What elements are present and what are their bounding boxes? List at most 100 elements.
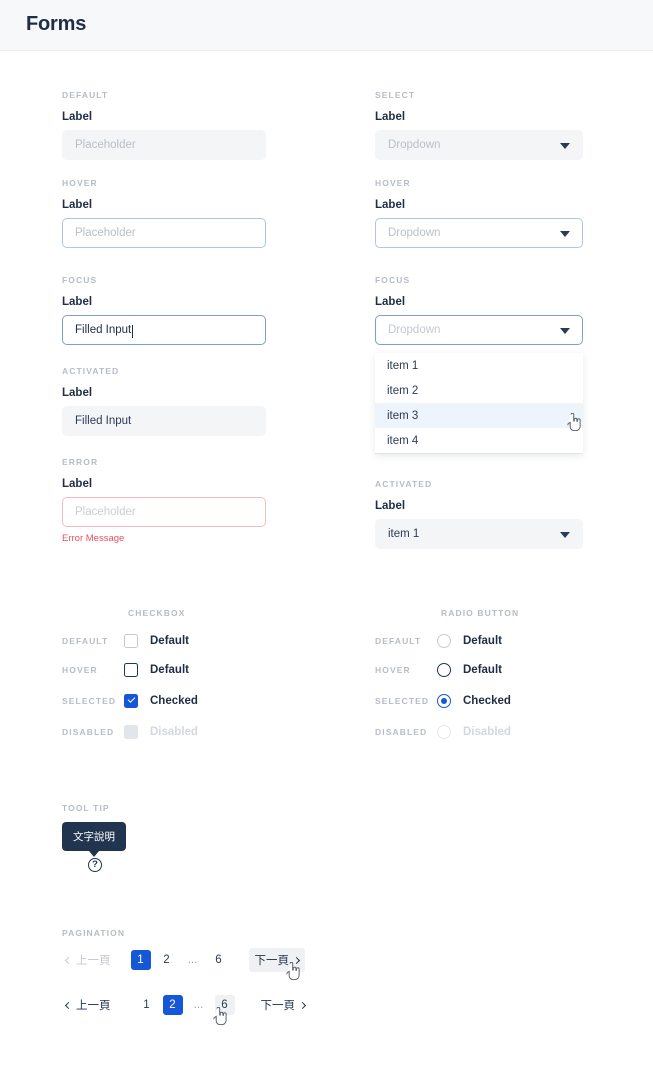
chevron-down-icon [560, 143, 570, 149]
pagination-row-1: 上一頁 1 2 ... 6 下一頁 [60, 948, 305, 972]
pagination-next-button[interactable]: 下一頁 [255, 993, 312, 1017]
input-value-focus: Filled Input [75, 324, 132, 336]
radio-row-disabled: DISABLED Disabled [375, 724, 511, 740]
select-label-default: Label [375, 111, 406, 123]
tooltip-section: TOOL TIP 文字說明 ? [62, 798, 262, 898]
select-placeholder-hover: Dropdown [388, 227, 441, 239]
chevron-right-icon [298, 1001, 307, 1009]
input-label-focus: Label [62, 296, 93, 308]
pagination-next-label: 下一頁 [254, 955, 290, 967]
select-default[interactable]: Dropdown [375, 130, 583, 160]
pagination-page-1[interactable]: 1 [137, 995, 157, 1015]
radio-matrix: RADIO BUTTON DEFAULT Default HOVER Defau… [375, 608, 645, 748]
pagination-next-button-hovered[interactable]: 下一頁 [248, 948, 305, 972]
section-caption-pagination: PAGINATION [62, 928, 126, 938]
pagination-prev-label: 上一頁 [76, 1000, 111, 1012]
radio-label-disabled: Disabled [463, 726, 511, 738]
select-dropdown-menu[interactable]: item 1 item 2 item 3 item 4 [375, 353, 583, 454]
checkbox-default[interactable] [124, 634, 138, 648]
checkbox-row-default: DEFAULT Default [62, 633, 189, 649]
checkbox-matrix: CHECKBOX DEFAULT Default HOVER Default S… [62, 608, 332, 748]
input-group-default: DEFAULT Label Placeholder [62, 90, 266, 160]
select-placeholder-focus: Dropdown [388, 324, 441, 336]
state-caption-default: DEFAULT [62, 90, 109, 100]
input-error-message: Error Message [62, 533, 125, 544]
radio-row-selected: SELECTED Checked [375, 693, 511, 709]
state-caption-rb-selected: SELECTED [375, 696, 430, 706]
state-caption-activated: ACTIVATED [62, 366, 120, 376]
pagination-page-6-hovered[interactable]: 6 [214, 995, 235, 1015]
state-caption-hover: HOVER [62, 178, 98, 188]
radio-row-default: DEFAULT Default [375, 633, 502, 649]
chevron-left-icon [64, 956, 73, 964]
state-caption-error: ERROR [62, 457, 99, 467]
radio-label-selected: Checked [463, 695, 511, 707]
dropdown-option-1[interactable]: item 1 [375, 353, 583, 378]
dropdown-option-2[interactable]: item 2 [375, 378, 583, 403]
state-caption-cb-default: DEFAULT [62, 636, 109, 646]
section-caption-checkbox: CHECKBOX [128, 608, 186, 618]
input-group-hover: HOVER Label Placeholder [62, 178, 266, 248]
select-label-focus: Label [375, 296, 406, 308]
checkbox-row-disabled: DISABLED Disabled [62, 724, 198, 740]
input-label-error: Label [62, 478, 93, 490]
help-circle-icon[interactable]: ? [88, 858, 102, 872]
pagination-page-1-active[interactable]: 1 [130, 950, 151, 970]
section-caption-select: SELECT [375, 90, 416, 100]
state-caption-cb-disabled: DISABLED [62, 727, 115, 737]
input-placeholder-default: Placeholder [75, 139, 136, 151]
select-focus[interactable]: Dropdown [375, 315, 583, 345]
select-activated[interactable]: item 1 [375, 519, 583, 549]
checkbox-selected[interactable] [124, 694, 138, 708]
pagination-page-2[interactable]: 2 [157, 950, 177, 970]
text-input-focus[interactable]: Filled Input [62, 315, 266, 345]
input-placeholder-hover: Placeholder [75, 227, 136, 239]
pagination-prev-label: 上一頁 [76, 955, 111, 967]
select-label-hover: Label [375, 199, 406, 211]
state-caption-select-activated: ACTIVATED [375, 479, 433, 489]
pagination-ellipsis: ... [187, 954, 198, 966]
input-label-hover: Label [62, 199, 93, 211]
state-caption-select-hover: HOVER [375, 178, 411, 188]
state-caption-focus: FOCUS [62, 275, 98, 285]
checkbox-disabled [124, 725, 138, 739]
pagination-next-label: 下一頁 [260, 1000, 296, 1012]
text-input-activated[interactable]: Filled Input [62, 406, 266, 436]
input-value-activated: Filled Input [75, 415, 132, 427]
radio-label-default: Default [463, 635, 502, 647]
pagination-page-2-active[interactable]: 2 [162, 995, 183, 1015]
pagination-prev-button-disabled[interactable]: 上一頁 [60, 948, 117, 972]
radio-row-hover: HOVER Default [375, 662, 502, 678]
pagination-row-2: 上一頁 1 2 ... 6 下一頁 [60, 993, 311, 1017]
select-hover[interactable]: Dropdown [375, 218, 583, 248]
radio-default[interactable] [437, 634, 451, 648]
radio-selected[interactable] [437, 694, 451, 708]
select-value-activated: item 1 [388, 528, 420, 540]
text-input-default[interactable]: Placeholder [62, 130, 266, 160]
page-header: Forms [0, 0, 653, 51]
dropdown-option-4[interactable]: item 4 [375, 428, 583, 453]
select-label-activated: Label [375, 500, 406, 512]
checkbox-label-selected: Checked [150, 695, 198, 707]
checkbox-label-hover: Default [150, 664, 189, 676]
radio-hover[interactable] [437, 663, 451, 677]
chevron-right-icon [292, 956, 301, 964]
checkbox-row-hover: HOVER Default [62, 662, 189, 678]
pagination-page-6[interactable]: 6 [209, 950, 229, 970]
checkbox-label-default: Default [150, 635, 189, 647]
checkbox-row-selected: SELECTED Checked [62, 693, 198, 709]
pagination-prev-button-enabled[interactable]: 上一頁 [60, 993, 117, 1017]
pagination-ellipsis: ... [193, 999, 204, 1011]
chevron-left-icon [64, 1001, 73, 1009]
chevron-down-icon [560, 532, 570, 538]
checkbox-hover[interactable] [124, 663, 138, 677]
input-label-activated: Label [62, 387, 93, 399]
text-input-hover[interactable]: Placeholder [62, 218, 266, 248]
text-input-error[interactable]: Placeholder [62, 497, 266, 527]
forms-page: Forms DEFAULT Label Placeholder HOVER La… [0, 0, 653, 1069]
radio-disabled [437, 725, 451, 739]
tooltip-bubble: 文字說明 [62, 822, 126, 857]
section-caption-radio: RADIO BUTTON [441, 608, 520, 618]
dropdown-option-3[interactable]: item 3 [375, 403, 583, 428]
text-caret [132, 324, 134, 338]
